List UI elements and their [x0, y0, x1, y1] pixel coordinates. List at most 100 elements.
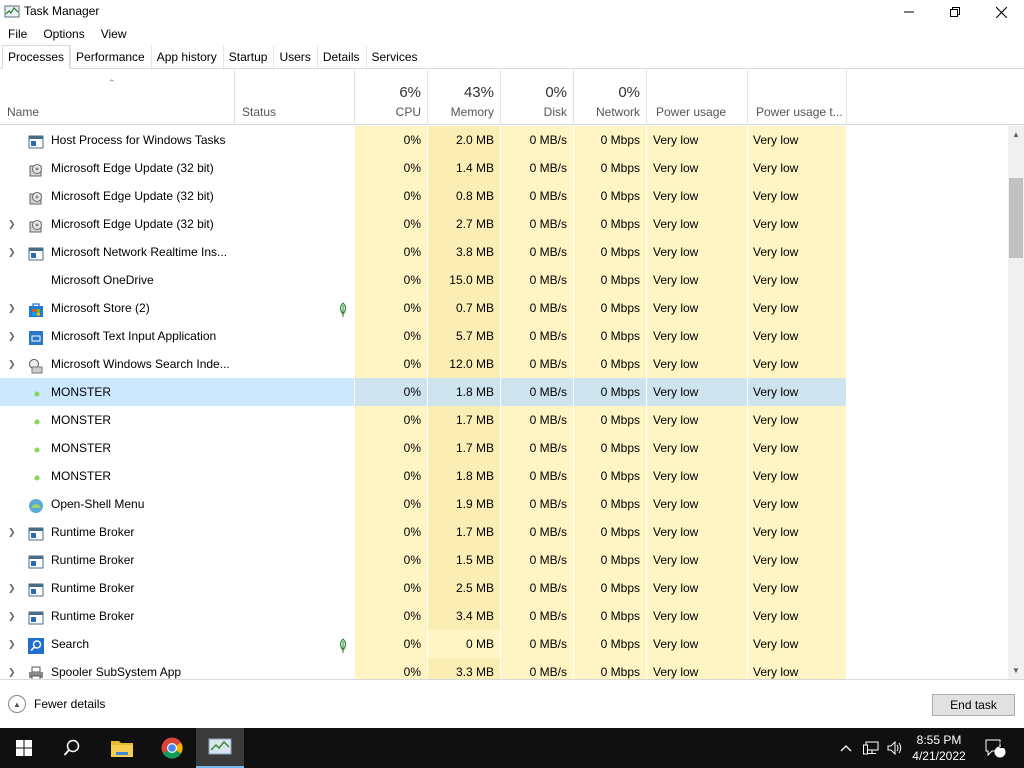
vertical-scrollbar[interactable]: ▲ ▼ [1008, 126, 1024, 679]
header-status-label: Status [242, 105, 277, 119]
process-network: 0 Mbps [574, 210, 646, 238]
process-row[interactable]: ❯ Microsoft Network Realtime Ins... 0% 3.8 … [0, 238, 1008, 266]
expand-chevron-icon[interactable]: ❯ [8, 210, 18, 238]
taskbar-clock[interactable]: 8:55 PM 4/21/2022 [904, 732, 974, 764]
process-row[interactable]: ❯ Runtime Broker 0% 2.5 MB 0 MB/s 0 Mbps Very … [0, 574, 1008, 602]
process-row[interactable]: MONSTER 0% 1.8 MB 0 MB/s 0 Mbps Very low Very … [0, 462, 1008, 490]
restore-button[interactable] [932, 0, 978, 24]
process-status-cell [235, 518, 354, 546]
header-name[interactable]: ⌃ Name [0, 70, 235, 124]
process-row[interactable]: ❯ Microsoft Windows Search Inde... 0% 12.0 … [0, 350, 1008, 378]
tab-processes[interactable]: Processes [2, 45, 71, 69]
header-power[interactable]: Power usage [647, 70, 748, 124]
header-name-label: Name [7, 105, 40, 119]
process-cpu: 0% [355, 406, 427, 434]
scroll-thumb[interactable] [1009, 178, 1023, 258]
taskbar-task-manager[interactable] [196, 728, 244, 768]
process-cpu: 0% [355, 294, 427, 322]
process-row[interactable]: ❯ Search 0% 0 MB 0 MB/s 0 Mbps Very low Very lo… [0, 630, 1008, 658]
process-status-cell [235, 602, 354, 630]
process-row[interactable]: MONSTER 0% 1.8 MB 0 MB/s 0 Mbps Very low Very … [0, 378, 1008, 406]
process-row[interactable]: MONSTER 0% 1.7 MB 0 MB/s 0 Mbps Very low Very … [0, 406, 1008, 434]
process-row[interactable]: Microsoft Edge Update (32 bit) 0% 1.4 MB 0 … [0, 154, 1008, 182]
process-row[interactable]: ❯ Microsoft Store (2) 0% 0.7 MB 0 MB/s 0 Mbps… [0, 294, 1008, 322]
process-disk: 0 MB/s [501, 574, 573, 602]
tab-startup[interactable]: Startup [222, 45, 274, 68]
expand-chevron-icon[interactable]: ❯ [8, 322, 18, 350]
menu-view[interactable]: View [93, 24, 135, 44]
taskbar-file-explorer[interactable] [98, 728, 146, 768]
tab-services[interactable]: Services [365, 45, 424, 68]
process-row[interactable]: ❯ Runtime Broker 0% 3.4 MB 0 MB/s 0 Mbps Very … [0, 602, 1008, 630]
process-row[interactable]: ❯ Microsoft Edge Update (32 bit) 0% 2.7 MB 0… [0, 210, 1008, 238]
header-cpu-pct: 6% [399, 84, 421, 101]
tab-performance[interactable]: Performance [70, 45, 151, 68]
tab-users[interactable]: Users [273, 45, 316, 68]
menu-options[interactable]: Options [35, 24, 92, 44]
process-row[interactable]: Microsoft OneDrive 0% 15.0 MB 0 MB/s 0 Mbps V… [0, 266, 1008, 294]
process-name: Host Process for Windows Tasks [51, 133, 226, 147]
chevron-up-icon: ▲ [1012, 130, 1020, 139]
scroll-down-button[interactable]: ▼ [1008, 662, 1024, 679]
scroll-up-button[interactable]: ▲ [1008, 126, 1024, 143]
process-row[interactable]: MONSTER 0% 1.7 MB 0 MB/s 0 Mbps Very low Very … [0, 434, 1008, 462]
expand-chevron-icon[interactable]: ❯ [8, 658, 18, 679]
process-row[interactable]: Host Process for Windows Tasks 0% 2.0 MB 0 … [0, 126, 1008, 154]
green-dot-icon [28, 384, 44, 400]
taskbar-chrome[interactable] [148, 728, 196, 768]
process-name-cell: ❯ Microsoft Store (2) [0, 294, 235, 322]
expand-chevron-icon[interactable]: ❯ [8, 238, 18, 266]
process-status-cell [235, 434, 354, 462]
process-row[interactable]: Open-Shell Menu 0% 1.9 MB 0 MB/s 0 Mbps Very … [0, 490, 1008, 518]
chevron-up-icon [840, 745, 852, 752]
process-row[interactable]: ❯ Runtime Broker 0% 1.7 MB 0 MB/s 0 Mbps Very … [0, 518, 1008, 546]
tray-network[interactable] [860, 728, 882, 768]
process-power-usage: Very low [647, 518, 747, 546]
header-disk[interactable]: 0% Disk [501, 70, 574, 124]
process-row[interactable]: ❯ Spooler SubSystem App 0% 3.3 MB 0 MB/s 0 Mb… [0, 658, 1008, 679]
process-cpu: 0% [355, 490, 427, 518]
green-dot-icon [28, 468, 44, 484]
tab-details[interactable]: Details [316, 45, 366, 68]
process-row[interactable]: Runtime Broker 0% 1.5 MB 0 MB/s 0 Mbps Very l… [0, 546, 1008, 574]
minimize-button[interactable] [886, 0, 932, 24]
taskbar-search-button[interactable] [48, 728, 96, 768]
header-network[interactable]: 0% Network [574, 70, 647, 124]
expand-chevron-icon[interactable]: ❯ [8, 630, 18, 658]
tray-overflow-button[interactable] [836, 728, 856, 768]
process-status-cell [235, 294, 354, 322]
tab-app-history[interactable]: App history [150, 45, 223, 68]
end-task-button[interactable]: End task [932, 694, 1015, 716]
expand-chevron-icon[interactable]: ❯ [8, 350, 18, 378]
expand-chevron-icon[interactable]: ❯ [8, 518, 18, 546]
header-status[interactable]: Status [235, 70, 355, 124]
header-cpu[interactable]: 6% CPU [355, 70, 428, 124]
start-button[interactable] [0, 728, 48, 768]
header-memory[interactable]: 43% Memory [428, 70, 501, 124]
fewer-details-button[interactable]: ▲ Fewer details [8, 695, 105, 713]
expand-chevron-icon[interactable]: ❯ [8, 574, 18, 602]
process-name: Open-Shell Menu [51, 497, 145, 511]
process-network: 0 Mbps [574, 322, 646, 350]
process-status-cell [235, 630, 354, 658]
expand-chevron-icon[interactable]: ❯ [8, 294, 18, 322]
header-memory-label: Memory [450, 105, 494, 119]
close-button[interactable] [978, 0, 1024, 24]
expand-chevron-icon[interactable]: ❯ [8, 602, 18, 630]
process-power-trend: Very low [748, 490, 846, 518]
process-row[interactable]: Microsoft Edge Update (32 bit) 0% 0.8 MB 0 … [0, 182, 1008, 210]
process-disk: 0 MB/s [501, 658, 573, 679]
chevron-down-icon: ▼ [1012, 666, 1020, 675]
process-network: 0 Mbps [574, 574, 646, 602]
process-power-trend: Very low [748, 378, 846, 406]
tray-volume[interactable] [884, 728, 906, 768]
window-icon [28, 552, 44, 569]
header-power-trend[interactable]: Power usage t... [748, 70, 847, 124]
process-name-cell: Microsoft Edge Update (32 bit) [0, 182, 235, 210]
menu-file[interactable]: File [0, 24, 35, 44]
process-memory: 0.7 MB [428, 294, 500, 322]
action-center-button[interactable]: 1 [980, 728, 1010, 768]
process-power-trend: Very low [748, 210, 846, 238]
process-row[interactable]: ❯ Microsoft Text Input Application 0% 5.7 M… [0, 322, 1008, 350]
process-memory: 1.5 MB [428, 546, 500, 574]
